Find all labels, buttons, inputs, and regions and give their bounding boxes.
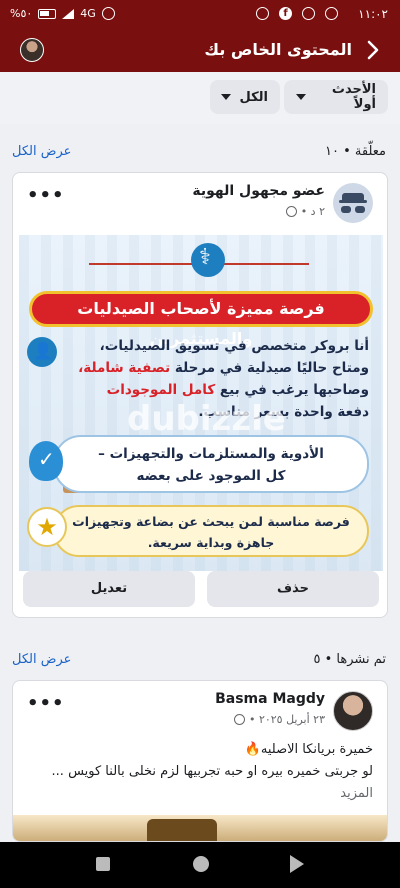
- post-text: خميرة بريانكا الاصليه🔥 لو جربتى خميره بي…: [23, 739, 373, 805]
- ad-box-2: فرصة مناسبة لمن يبحث عن بضاعة وتجهيزات ج…: [53, 505, 369, 557]
- published-section-header: تم نشرها • ٥ عرض الكل: [0, 648, 400, 674]
- whatsapp-icon: [325, 7, 338, 20]
- privacy-icon: [285, 206, 297, 217]
- more-options-icon[interactable]: •••: [27, 185, 65, 206]
- type-dropdown[interactable]: الكل: [210, 80, 280, 114]
- see-more-link[interactable]: المزيد: [23, 783, 373, 805]
- post-line-2: لو جربتى خميره بيره او حبه تجربيها لزم ن…: [51, 764, 373, 779]
- filter-bar: الأحدث أولاً الكل: [0, 72, 400, 124]
- chevron-down-icon: [221, 94, 232, 100]
- edit-button[interactable]: تعديل: [23, 571, 195, 607]
- sort-label: الأحدث أولاً: [331, 82, 376, 112]
- shield-check-icon: [29, 441, 63, 481]
- type-label: الكل: [239, 89, 268, 105]
- hotspot-icon: [101, 7, 115, 20]
- facebook-icon: f: [279, 7, 292, 20]
- back-arrow-icon[interactable]: [362, 38, 384, 62]
- navigation-bar: [0, 842, 400, 888]
- signal-icon: [62, 8, 75, 19]
- post-meta: ٢ د •: [285, 205, 325, 218]
- home-icon[interactable]: [193, 856, 209, 872]
- published-see-all-link[interactable]: عرض الكل: [12, 652, 71, 667]
- post-author[interactable]: عضو مجهول الهوية: [192, 183, 325, 199]
- chevron-down-icon: [296, 94, 306, 100]
- post-author[interactable]: Basma Magdy: [215, 691, 325, 707]
- messenger-icon: [302, 7, 315, 20]
- network-type: 4G: [80, 7, 96, 20]
- post-actions: حذف تعديل: [23, 571, 379, 607]
- post-header: عضو مجهول الهوية ٢ د • •••: [13, 173, 387, 231]
- page-title: المحتوى الخاص بك: [204, 40, 352, 59]
- anonymous-avatar-icon: [333, 183, 373, 223]
- watermark-logo: dubizzle: [127, 399, 286, 439]
- pending-see-all-link[interactable]: عرض الكل: [12, 144, 71, 159]
- post-time: ٢٣ أبريل ٢٠٢٥ •: [248, 713, 325, 726]
- post-time: ٢ د •: [300, 205, 325, 218]
- post-meta: ٢٣ أبريل ٢٠٢٥ •: [233, 713, 325, 726]
- clock: ١١:٠٢: [358, 7, 388, 21]
- ad-line-3: وصاحبها يرغب في بيع كامل الموجودات: [106, 382, 369, 398]
- ad-line-2: ومتاح حاليًا صيدلية في مرحلة تصفية شاملة…: [78, 360, 369, 376]
- battery-percent: %٥٠: [10, 7, 33, 20]
- pending-post-card: عضو مجهول الهوية ٢ د • ••• فرصة مميزة لأ…: [12, 172, 388, 618]
- pending-count-label: معلّقة • ١٠: [325, 144, 386, 159]
- author-avatar[interactable]: [333, 691, 373, 731]
- delete-button[interactable]: حذف: [207, 571, 379, 607]
- published-count-label: تم نشرها • ٥: [313, 652, 386, 667]
- privacy-icon: [233, 714, 245, 725]
- battery-icon: [38, 8, 57, 19]
- ad-line-1: أنا بروكر متخصص في تسويق الصيدليات،: [99, 338, 369, 354]
- post-image[interactable]: فرصة مميزة لأصحاب الصيدليات والمستثمرين …: [19, 235, 383, 571]
- star-icon: ★: [27, 507, 67, 547]
- back-icon[interactable]: [290, 855, 304, 873]
- person-icon: [27, 337, 57, 367]
- profile-avatar[interactable]: [20, 38, 44, 62]
- system-indicators: %٥٠ 4G: [10, 7, 115, 20]
- app-bar: المحتوى الخاص بك: [0, 30, 400, 72]
- published-post-card: Basma Magdy ٢٣ أبريل ٢٠٢٥ • ••• خميرة بر…: [12, 680, 388, 842]
- sort-dropdown[interactable]: الأحدث أولاً: [284, 80, 388, 114]
- pending-section-header: معلّقة • ١٠ عرض الكل: [0, 140, 400, 166]
- location-icon: [256, 7, 269, 20]
- post-image[interactable]: [13, 815, 387, 841]
- more-options-icon[interactable]: •••: [27, 693, 65, 714]
- ad-banner: فرصة مميزة لأصحاب الصيدليات والمستثمرين: [29, 291, 373, 348]
- pharmacy-icon: [191, 243, 225, 277]
- post-line-1: خميرة بريانكا الاصليه🔥: [244, 742, 373, 757]
- post-header: Basma Magdy ٢٣ أبريل ٢٠٢٥ • •••: [13, 681, 387, 739]
- ad-box-1: الأدوية والمستلزمات والتجهيزات – كل المو…: [53, 435, 369, 493]
- notification-icons: f: [256, 7, 338, 20]
- status-bar: %٥٠ 4G f ١١:٠٢: [0, 0, 400, 30]
- recents-icon[interactable]: [96, 857, 110, 871]
